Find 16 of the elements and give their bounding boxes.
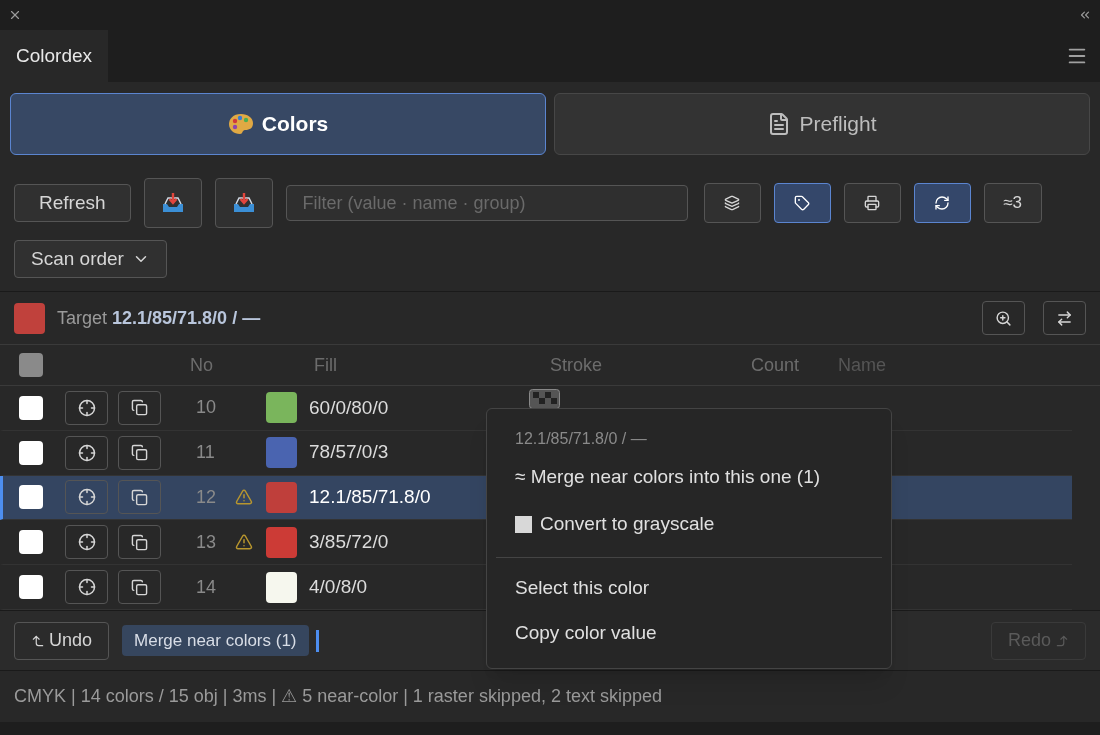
- row-number: 13: [196, 530, 218, 554]
- fill-value: 60/0/80/0: [309, 395, 390, 420]
- row-number: 12: [196, 486, 218, 509]
- row-number: 10: [196, 396, 218, 420]
- column-header: No: [190, 353, 214, 377]
- column-header: Fill: [314, 353, 338, 377]
- row-number: 11: [196, 441, 216, 465]
- fill-value: 12.1/85/71.8/0: [309, 485, 432, 510]
- menu-item-label: Convert to grayscale: [540, 512, 715, 537]
- fill-value: 3/85/72/0: [309, 530, 390, 555]
- column-header: Count: [751, 353, 801, 377]
- target-label: Target 12.1/85/71.8/0 / —: [57, 306, 261, 330]
- column-header: Stroke: [550, 353, 604, 377]
- row-number: 14: [196, 575, 218, 599]
- status-text: CMYK | 14 colors / 15 obj | 3ms | ⚠ 5 near-color | 1 raster skipped, 2 text skipped: [14, 685, 662, 708]
- menu-header: 12.1/85/71.8/0 / —: [514, 429, 648, 449]
